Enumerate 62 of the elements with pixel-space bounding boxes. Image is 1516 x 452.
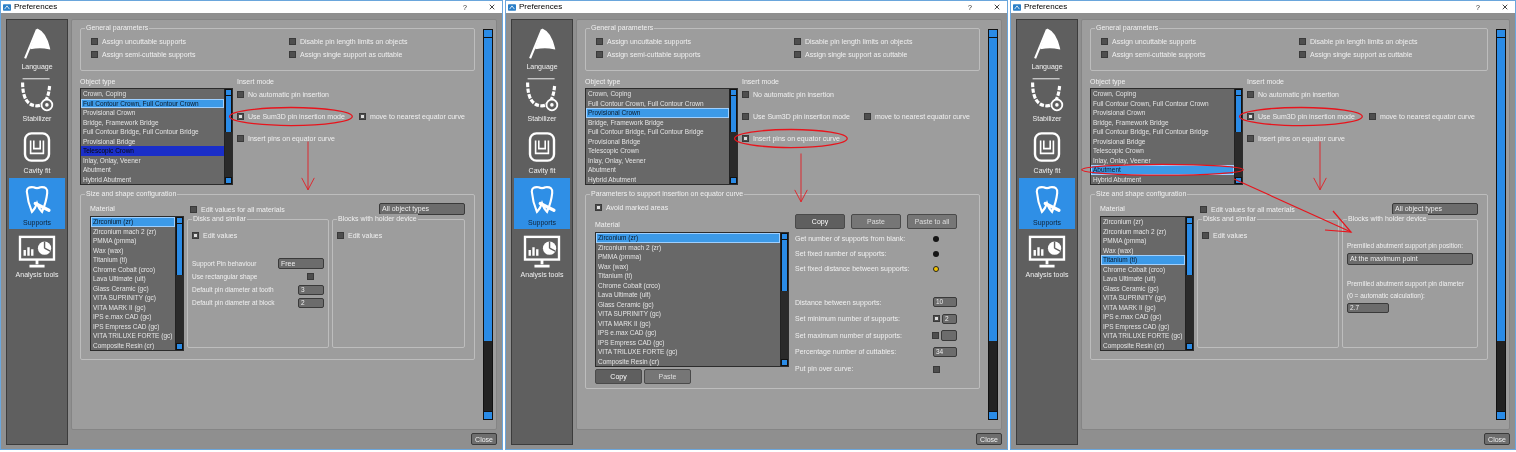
- monitor-chart-icon: [523, 235, 561, 269]
- checkbox[interactable]: [192, 232, 199, 239]
- radio-button[interactable]: [933, 250, 939, 257]
- checkbox[interactable]: [91, 38, 98, 45]
- checkbox[interactable]: [596, 38, 603, 45]
- tooth-cavity-icon: [21, 129, 53, 165]
- checkbox[interactable]: [1200, 205, 1207, 213]
- scrollbar[interactable]: [1496, 29, 1506, 420]
- scrollbar[interactable]: [780, 233, 788, 366]
- checkbox[interactable]: [794, 38, 801, 45]
- scrollbar[interactable]: [729, 89, 737, 184]
- checkbox[interactable]: [91, 51, 98, 58]
- radio-button[interactable]: [933, 235, 939, 242]
- checkbox[interactable]: [742, 91, 749, 98]
- checkbox[interactable]: [1202, 232, 1209, 239]
- checkbox[interactable]: [190, 205, 197, 213]
- checkbox[interactable]: [237, 113, 244, 120]
- checkbox[interactable]: [742, 113, 749, 120]
- checkbox[interactable]: [742, 135, 749, 142]
- scrollbar[interactable]: [1234, 89, 1242, 184]
- scrollbar[interactable]: [175, 217, 183, 350]
- checkbox[interactable]: [358, 113, 366, 120]
- tooth-cavity-icon: [526, 129, 558, 165]
- checkbox[interactable]: [1247, 135, 1254, 142]
- checkbox[interactable]: [1101, 38, 1108, 45]
- checkbox[interactable]: [1299, 51, 1306, 58]
- scrollbar[interactable]: [988, 29, 998, 420]
- monitor-chart-icon: [1028, 235, 1066, 269]
- checkbox[interactable]: [237, 91, 244, 98]
- radio-button[interactable]: [933, 265, 939, 272]
- checkbox[interactable]: [289, 38, 296, 45]
- teeth-arch-icon: [524, 77, 560, 113]
- teeth-arch-icon: [19, 77, 55, 113]
- close-icon[interactable]: [488, 3, 496, 11]
- checkbox[interactable]: [595, 204, 602, 211]
- input-field[interactable]: [941, 329, 957, 341]
- checkbox[interactable]: [794, 51, 801, 58]
- monitor-chart-icon: [18, 235, 56, 269]
- close-icon[interactable]: [1501, 3, 1509, 11]
- scrollbar[interactable]: [1185, 217, 1193, 350]
- checkbox[interactable]: [932, 331, 939, 339]
- window-title: Preferences: [519, 3, 563, 11]
- close-icon[interactable]: [993, 3, 1001, 11]
- window-title: Preferences: [14, 3, 58, 11]
- checkbox[interactable]: [1299, 38, 1306, 45]
- checkbox[interactable]: [1101, 51, 1108, 58]
- scrollbar[interactable]: [483, 29, 493, 420]
- checkbox[interactable]: [1247, 113, 1254, 120]
- checkbox[interactable]: [863, 113, 871, 120]
- checkbox[interactable]: [289, 51, 296, 58]
- checkbox[interactable]: [337, 232, 344, 239]
- window-title: Preferences: [1024, 3, 1068, 11]
- checkbox[interactable]: [307, 273, 314, 280]
- scrollbar[interactable]: [224, 89, 232, 184]
- tooth-cavity-icon: [1031, 129, 1063, 165]
- checkbox[interactable]: [933, 315, 940, 323]
- checkbox[interactable]: [237, 135, 244, 142]
- teeth-arch-icon: [1029, 77, 1065, 113]
- checkbox[interactable]: [1247, 91, 1254, 98]
- checkbox[interactable]: [1368, 113, 1376, 120]
- checkbox[interactable]: [596, 51, 603, 58]
- checkbox[interactable]: [933, 366, 940, 374]
